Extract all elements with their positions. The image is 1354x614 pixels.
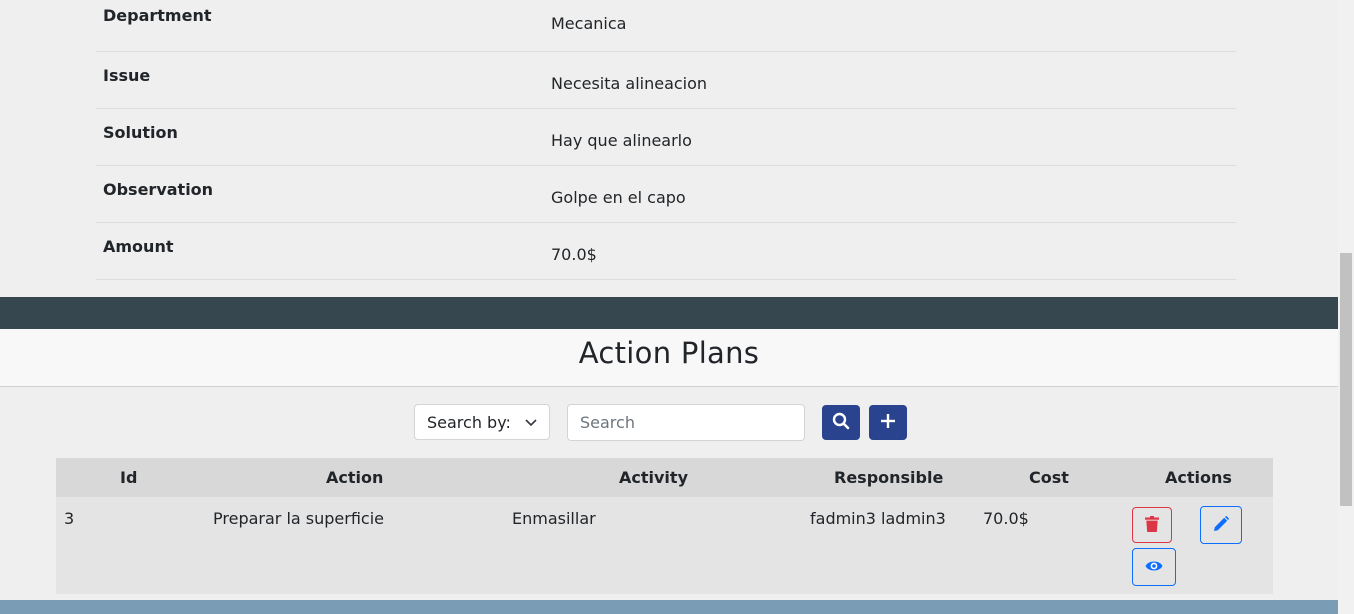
section-title: Action Plans <box>578 336 760 370</box>
chevron-down-icon <box>525 405 537 455</box>
scrollbar-thumb[interactable] <box>1340 253 1352 506</box>
column-header-responsible: Responsible <box>834 468 944 487</box>
cell-action: Preparar la superficie <box>213 509 384 528</box>
cell-id: 3 <box>64 509 75 528</box>
detail-row-amount: Amount 70.0$ <box>96 223 1236 280</box>
detail-label: Amount <box>103 237 174 256</box>
pencil-icon <box>1213 515 1230 535</box>
detail-label: Observation <box>103 180 214 199</box>
column-header-action: Action <box>326 468 384 487</box>
search-by-select[interactable]: Search by: <box>414 404 550 440</box>
search-by-label: Search by: <box>427 413 511 432</box>
detail-value: Necesita alineacion <box>551 74 708 93</box>
footer-band <box>0 600 1338 614</box>
detail-row-observation: Observation Golpe en el capo <box>96 166 1236 223</box>
cell-responsible: fadmin3 ladmin3 <box>810 509 946 528</box>
plus-icon <box>880 413 896 432</box>
column-header-cost: Cost <box>1029 468 1069 487</box>
detail-label: Solution <box>103 123 178 142</box>
detail-value: Golpe en el capo <box>551 188 686 207</box>
detail-label: Issue <box>103 66 151 85</box>
search-button[interactable] <box>822 405 860 440</box>
detail-value: Hay que alinearlo <box>551 131 692 150</box>
detail-label: Department <box>103 6 212 25</box>
column-header-id: Id <box>120 468 138 487</box>
table-header: Id Action Activity Responsible Cost Acti… <box>56 458 1273 497</box>
delete-button[interactable] <box>1132 507 1172 543</box>
detail-row-department: Department Mecanica <box>96 0 1236 52</box>
cell-cost: 70.0$ <box>983 509 1029 528</box>
search-input[interactable] <box>567 404 805 441</box>
view-button[interactable] <box>1132 548 1176 586</box>
cell-activity: Enmasillar <box>512 509 596 528</box>
section-header: Action Plans <box>0 329 1338 387</box>
column-header-activity: Activity <box>619 468 688 487</box>
action-plans-table: Id Action Activity Responsible Cost Acti… <box>56 458 1273 594</box>
column-header-actions: Actions <box>1165 468 1232 487</box>
vertical-scrollbar[interactable] <box>1338 0 1354 614</box>
eye-icon <box>1145 559 1163 576</box>
detail-value: Mecanica <box>551 14 627 33</box>
detail-value: 70.0$ <box>551 245 597 264</box>
search-bar: Search by: <box>0 404 1338 442</box>
add-button[interactable] <box>869 405 907 440</box>
edit-button[interactable] <box>1200 506 1242 544</box>
detail-row-issue: Issue Necesita alineacion <box>96 52 1236 109</box>
details-table: Department Mecanica Issue Necesita aline… <box>96 0 1236 280</box>
section-divider <box>0 297 1338 329</box>
search-icon <box>832 412 850 433</box>
page: Department Mecanica Issue Necesita aline… <box>0 0 1354 614</box>
trash-icon <box>1145 515 1159 535</box>
detail-row-solution: Solution Hay que alinearlo <box>96 109 1236 166</box>
